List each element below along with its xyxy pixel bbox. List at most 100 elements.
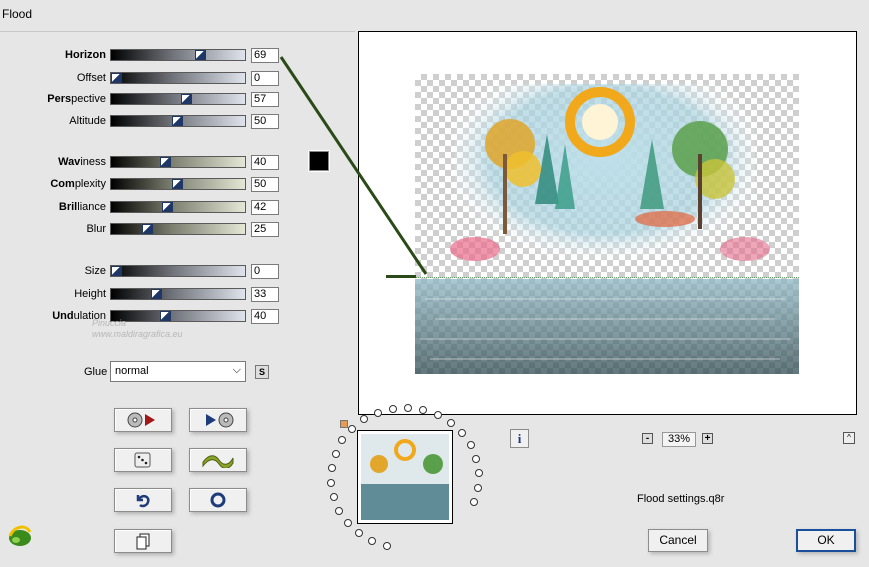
complexity-label: Complexity xyxy=(50,178,106,190)
param-row-complexity: Complexity 50 xyxy=(0,177,300,193)
navigator-dot[interactable] xyxy=(348,424,357,433)
param-row-blur: Blur 25 xyxy=(0,222,300,238)
randomize-button[interactable] xyxy=(114,448,172,472)
navigator-dot[interactable] xyxy=(338,436,347,445)
reset-button[interactable] xyxy=(189,488,247,512)
waviness-slider-thumb[interactable] xyxy=(160,157,171,167)
waviness-label: Waviness xyxy=(58,156,106,168)
navigator-dot[interactable] xyxy=(327,478,336,487)
navigator-dot[interactable] xyxy=(388,404,397,413)
navigator-dot[interactable] xyxy=(327,463,336,472)
param-row-height: Height 33 xyxy=(0,287,300,303)
navigator-dot[interactable] xyxy=(446,418,455,427)
ok-button[interactable]: OK xyxy=(796,529,856,552)
perspective-slider-thumb[interactable] xyxy=(181,94,192,104)
altitude-slider-thumb[interactable] xyxy=(172,116,183,126)
zoom-in-button[interactable]: + xyxy=(702,433,713,444)
navigator-dot[interactable] xyxy=(457,429,466,438)
navigator-dot[interactable] xyxy=(368,537,377,545)
glue-s-button[interactable]: S xyxy=(255,365,269,379)
brilliance-slider-thumb[interactable] xyxy=(162,202,173,212)
cancel-button[interactable]: Cancel xyxy=(648,529,708,552)
wave-button[interactable] xyxy=(189,448,247,472)
waviness-label-bold: Wav xyxy=(58,156,81,168)
size-slider[interactable] xyxy=(110,265,246,277)
arrow-disc-right-icon xyxy=(206,412,234,428)
size-slider-thumb[interactable] xyxy=(111,266,122,276)
blur-slider[interactable] xyxy=(110,223,246,235)
navigator-dot[interactable] xyxy=(474,484,483,493)
height-value-field[interactable]: 33 xyxy=(251,287,279,302)
offset-slider[interactable] xyxy=(110,72,246,84)
navigator-corner-handle[interactable] xyxy=(340,420,348,428)
height-slider-thumb[interactable] xyxy=(151,289,162,299)
undulation-value-field[interactable]: 40 xyxy=(251,309,279,324)
navigator-dot[interactable] xyxy=(373,408,382,417)
watermark-line2: www.maldiragrafica.eu xyxy=(92,329,183,339)
disc-arrow-left-icon xyxy=(127,412,155,428)
height-label: Height xyxy=(74,288,106,300)
perspective-value-field[interactable]: 57 xyxy=(251,92,279,107)
navigator-dot[interactable] xyxy=(470,498,479,507)
blur-value-field[interactable]: 25 xyxy=(251,222,279,237)
altitude-slider[interactable] xyxy=(110,115,246,127)
collapse-button[interactable]: ^ xyxy=(843,432,855,444)
navigator-dot[interactable] xyxy=(329,492,338,501)
thumbnail-navigator[interactable] xyxy=(357,430,453,524)
perspective-slider[interactable] xyxy=(110,93,246,105)
brilliance-label-rest: liance xyxy=(77,201,106,213)
height-slider[interactable] xyxy=(110,288,246,300)
waviness-label-rest: iness xyxy=(80,156,106,168)
size-label-rest: Size xyxy=(84,265,106,277)
watermark-line1: Pinuccia xyxy=(92,318,127,328)
preview-landscape-image xyxy=(415,84,799,374)
zoom-out-button[interactable]: - xyxy=(642,433,653,444)
complexity-slider-thumb[interactable] xyxy=(172,179,183,189)
navigator-dot[interactable] xyxy=(433,410,442,419)
complexity-value-field[interactable]: 50 xyxy=(251,177,279,192)
undo-icon xyxy=(136,494,150,508)
load-preset-button[interactable] xyxy=(114,408,172,432)
param-row-brilliance: Brilliance 42 xyxy=(0,200,300,216)
horizon-pointer-line xyxy=(279,56,428,275)
navigator-dot[interactable] xyxy=(335,506,344,515)
navigator-dot[interactable] xyxy=(331,449,340,458)
ring-icon xyxy=(210,492,226,508)
horizon-label: Horizon xyxy=(65,49,106,61)
info-button[interactable]: i xyxy=(510,429,529,448)
zoom-level: 33% xyxy=(662,432,696,447)
brilliance-value-field[interactable]: 42 xyxy=(251,200,279,215)
complexity-slider[interactable] xyxy=(110,178,246,190)
preview-checkerboard xyxy=(415,74,799,374)
save-preset-button[interactable] xyxy=(189,408,247,432)
size-value-field[interactable]: 0 xyxy=(251,264,279,279)
perspective-label-bold: Pers xyxy=(47,93,72,105)
navigator-dot[interactable] xyxy=(404,403,412,412)
horizon-slider[interactable] xyxy=(110,49,246,61)
brilliance-slider[interactable] xyxy=(110,201,246,213)
horizon-value-field[interactable]: 69 xyxy=(251,48,279,63)
param-row-horizon: Horizon 69 xyxy=(0,48,300,64)
navigator-dot[interactable] xyxy=(472,455,481,463)
navigator-dot[interactable] xyxy=(466,441,475,450)
navigator-dot[interactable] xyxy=(382,542,391,551)
horizon-guide-line[interactable] xyxy=(415,277,799,278)
altitude-value-field[interactable]: 50 xyxy=(251,114,279,129)
navigator-dot[interactable] xyxy=(474,469,483,478)
waviness-value-field[interactable]: 40 xyxy=(251,155,279,170)
offset-value-field[interactable]: 0 xyxy=(251,71,279,86)
undo-button[interactable] xyxy=(114,488,172,512)
navigator-dot[interactable] xyxy=(355,529,364,538)
navigator-dot[interactable] xyxy=(359,415,368,424)
offset-slider-thumb[interactable] xyxy=(111,73,122,83)
navigator-dot[interactable] xyxy=(344,518,353,527)
horizon-slider-thumb[interactable] xyxy=(195,50,206,60)
blur-label-rest: Blur xyxy=(86,223,106,235)
waviness-slider[interactable] xyxy=(110,156,246,168)
perspective-label: Perspective xyxy=(47,93,106,105)
blur-slider-thumb[interactable] xyxy=(142,224,153,234)
copy-button[interactable] xyxy=(114,529,172,553)
glue-select[interactable]: normal ⌵ xyxy=(110,361,246,382)
horizon-label-bold: Horizon xyxy=(65,49,106,61)
preview-panel[interactable] xyxy=(358,31,857,415)
